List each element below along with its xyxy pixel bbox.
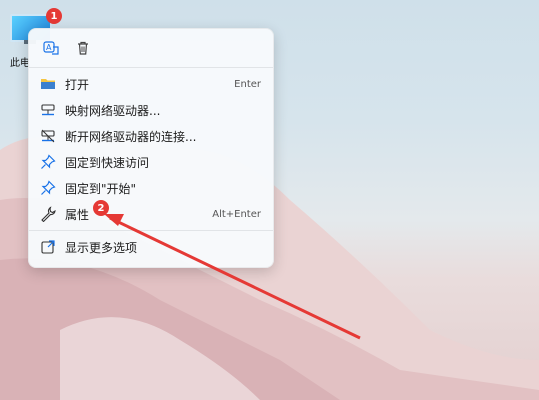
menu-quick-actions: A [29,29,273,67]
shortcut-label: Enter [234,78,261,90]
menu-item-open[interactable]: 打开 Enter [29,71,273,97]
menu-item-label: 固定到快速访问 [65,155,150,170]
menu-item-label: 固定到"开始" [65,181,137,196]
pin-icon [39,153,57,171]
step-badge-2: 2 [93,200,109,216]
menu-item-pin-start[interactable]: 固定到"开始" [29,175,273,201]
step-badge-1: 1 [46,8,62,24]
menu-item-label: 断开网络驱动器的连接... [65,129,197,144]
this-pc-label: 此电脑 [10,58,30,69]
disconnect-drive-icon [39,127,57,145]
menu-item-pin-quick-access[interactable]: 固定到快速访问 [29,149,273,175]
menu-item-label: 打开 [65,77,90,92]
more-options-icon [39,238,57,256]
menu-item-properties[interactable]: 属性 Alt+Enter [29,201,273,227]
svg-text:A: A [46,43,52,52]
menu-item-map-network-drive[interactable]: 映射网络驱动器... [29,97,273,123]
menu-item-label: 映射网络驱动器... [65,103,161,118]
context-menu: A 打开 Enter 映射网络驱动器... 断开网络驱动器的连接... 固定到快… [28,28,274,268]
trash-icon[interactable] [71,36,95,60]
menu-item-show-more-options[interactable]: 显示更多选项 [29,234,273,260]
menu-item-label: 属性 [65,207,90,222]
translate-icon[interactable]: A [39,36,63,60]
shortcut-label: Alt+Enter [212,208,261,220]
folder-icon [39,75,57,93]
wrench-icon [39,205,57,223]
menu-item-disconnect-network-drive[interactable]: 断开网络驱动器的连接... [29,123,273,149]
network-drive-icon [39,101,57,119]
menu-item-label: 显示更多选项 [65,240,138,255]
pin-icon [39,179,57,197]
